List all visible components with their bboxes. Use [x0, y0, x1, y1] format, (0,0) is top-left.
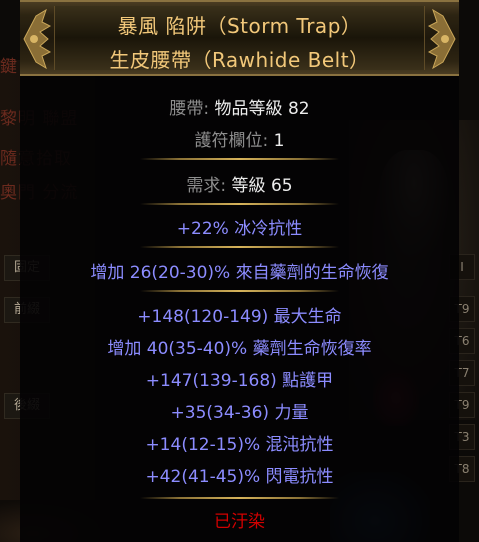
explicit-mod: +147(139-168) 點護甲 [145, 371, 334, 391]
explicit-mod: +148(120-149) 最大生命 [137, 307, 342, 327]
item-tooltip: 暴風 陷阱（Storm Trap） 生皮腰帶（Rawhide Belt） 腰帶:… [20, 0, 459, 542]
item-base-type: 生皮腰帶（Rawhide Belt） [109, 48, 370, 72]
explicit-mod: +42(41-45)% 閃電抗性 [145, 467, 334, 487]
requirement-value: 等級 65 [231, 176, 293, 196]
tooltip-header: 暴風 陷阱（Storm Trap） 生皮腰帶（Rawhide Belt） [20, 0, 459, 76]
separator [140, 203, 339, 205]
separator [140, 246, 339, 248]
corrupted-label: 已汙染 [214, 512, 265, 532]
explicit-mod: +35(34-36) 力量 [170, 403, 309, 423]
charm-slots-line: 護符欄位: 1 [20, 126, 459, 151]
implicit-mod: +22% 冰冷抗性 [176, 219, 303, 239]
separator [140, 497, 339, 499]
enchant-mod: 增加 26(20-30)% 來自藥劑的生命恢復 [90, 263, 389, 283]
explicit-mod: +14(12-15)% 混沌抗性 [145, 435, 334, 455]
item-level-value: 物品等級 82 [214, 99, 310, 119]
item-name: 暴風 陷阱（Storm Trap） [117, 14, 362, 38]
separator [140, 158, 339, 160]
requirement-label: 需求: [186, 176, 227, 196]
item-type-line: 腰帶: 物品等級 82 [20, 94, 459, 119]
item-type-label: 腰帶: [169, 99, 210, 119]
charm-slots-label: 護符欄位: [194, 131, 269, 151]
explicit-mod: 增加 40(35-40)% 藥劑生命恢復率 [107, 339, 372, 359]
separator [140, 290, 339, 292]
charm-slots-value: 1 [273, 131, 285, 151]
requirement-line: 需求: 等級 65 [20, 171, 459, 196]
